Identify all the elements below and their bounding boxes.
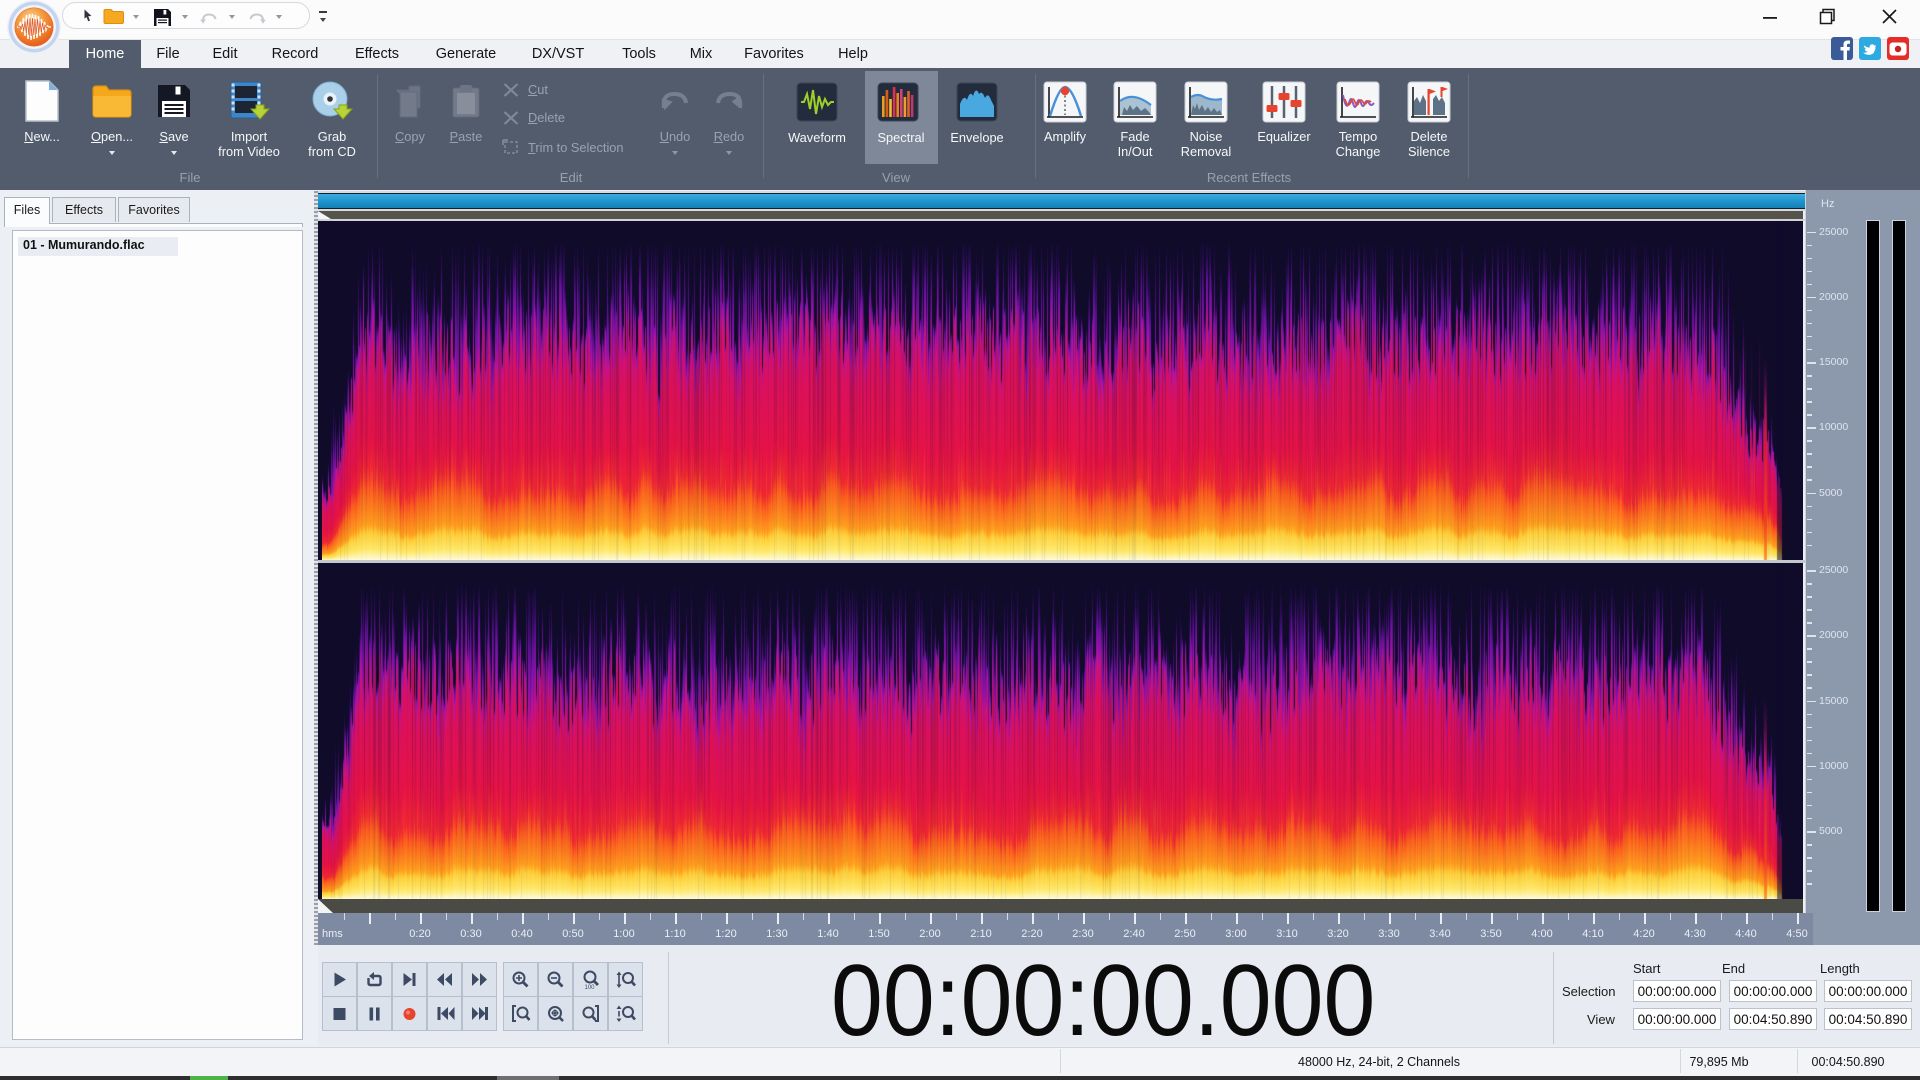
svg-text:100: 100 bbox=[584, 985, 595, 990]
